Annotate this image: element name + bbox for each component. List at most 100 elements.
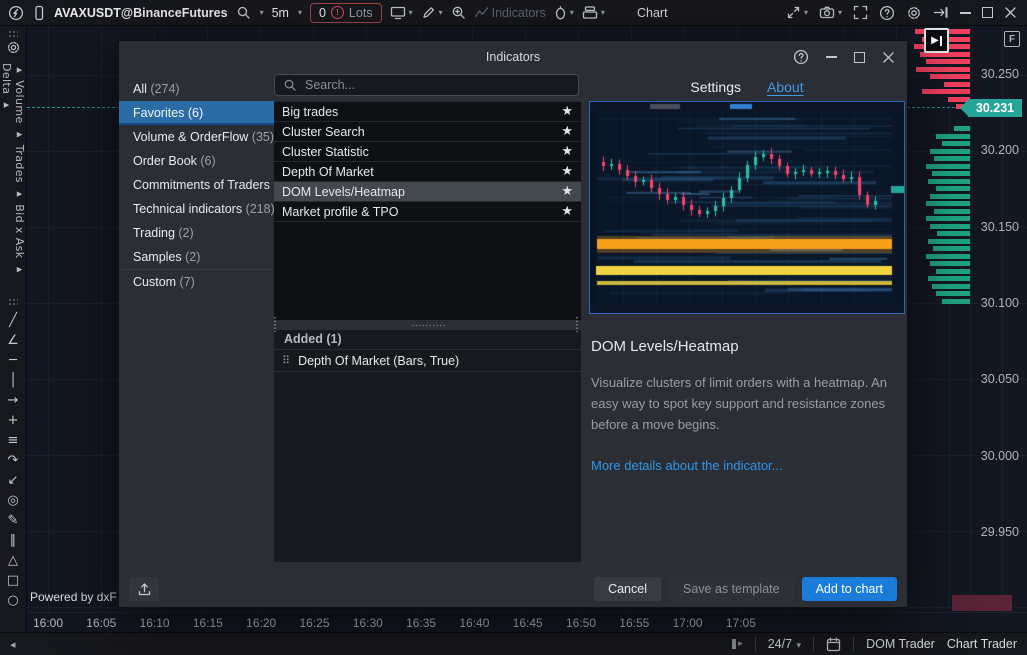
pin-icon[interactable]: [933, 5, 949, 20]
vertical-line-tool-icon[interactable]: │: [9, 374, 17, 387]
indicator-market-profile-tpo[interactable]: Market profile & TPO★: [274, 202, 581, 222]
parallel-channel-tool-icon[interactable]: ∥: [10, 534, 17, 547]
search-input[interactable]: [303, 77, 570, 93]
timeframe-caret-icon[interactable]: ▾: [298, 8, 302, 17]
triangle-tool-icon[interactable]: △: [8, 554, 18, 567]
about-details-link[interactable]: More details about the indicator...: [591, 458, 903, 473]
chart-settings-gear-icon[interactable]: [6, 40, 21, 55]
curve-tool-icon[interactable]: ↷: [8, 454, 19, 467]
tab-dom-trader[interactable]: DOM Trader: [866, 637, 935, 651]
indicator-cluster-search[interactable]: Cluster Search★: [274, 122, 581, 142]
angle-tool-icon[interactable]: ∠: [7, 334, 19, 347]
bid-depth-bar: [932, 171, 970, 176]
settings-gear-icon[interactable]: [906, 5, 922, 21]
price-scale-mode-button[interactable]: F: [1004, 31, 1020, 47]
category-custom[interactable]: Custom (7): [119, 270, 274, 294]
dialog-close-icon[interactable]: [882, 51, 895, 64]
category-label: Volume & OrderFlow: [133, 130, 248, 144]
category-count: (218): [242, 202, 274, 216]
panel-toggles-volume-trades-bidask-delta[interactable]: ▸ Volume ▸ Trades ▸ Bid x Ask ▸ Delta ▸: [0, 63, 26, 295]
symbol-caret-icon[interactable]: ▾: [260, 8, 264, 17]
layout-button[interactable]: ▾: [582, 5, 605, 20]
ellipse-tool-icon[interactable]: ○: [7, 594, 18, 607]
favorite-star-icon[interactable]: ★: [561, 185, 573, 198]
timeframe-select[interactable]: 5m: [272, 6, 289, 20]
category-all[interactable]: All (274): [119, 77, 274, 101]
tab-chart-trader[interactable]: Chart Trader: [947, 637, 1017, 651]
dialog-minimize-icon[interactable]: [826, 56, 837, 58]
panel-icon[interactable]: [32, 5, 46, 21]
indicators-button[interactable]: Indicators: [474, 5, 546, 20]
dialog-titlebar[interactable]: Indicators: [119, 41, 907, 73]
category-commitments-of-traders[interactable]: Commitments of Traders (4): [119, 173, 274, 197]
lots-control[interactable]: 0 ! Lots: [310, 3, 382, 23]
trend-line-tool-icon[interactable]: ╱: [9, 314, 17, 327]
list-splitter[interactable]: [274, 320, 581, 330]
collapse-left-icon[interactable]: ◂: [10, 638, 16, 651]
symbol-name[interactable]: AVAXUSDT@BinanceFutures: [54, 6, 228, 20]
indicator-big-trades[interactable]: Big trades★: [274, 102, 581, 122]
fullscreen-icon[interactable]: [853, 5, 868, 20]
favorite-star-icon[interactable]: ★: [561, 205, 573, 218]
bid-depth-bar: [937, 231, 970, 236]
cross-tool-icon[interactable]: +: [8, 414, 19, 427]
symbol-search-icon[interactable]: [236, 5, 251, 20]
dialog-maximize-icon[interactable]: [854, 52, 865, 63]
app-window: AVAXUSDT@BinanceFutures ▾ 5m ▾ 0 ! Lots …: [0, 0, 1027, 655]
drag-handle-icon[interactable]: ⠿: [282, 354, 290, 367]
favorite-star-icon[interactable]: ★: [561, 105, 573, 118]
rectangle-tool-icon[interactable]: □: [7, 574, 19, 587]
favorite-star-icon[interactable]: ★: [561, 165, 573, 178]
scale-button[interactable]: ▾: [786, 5, 808, 20]
go-to-realtime-button[interactable]: ▶: [924, 28, 949, 53]
draw-button[interactable]: ▾: [421, 5, 443, 20]
time-label: 16:15: [193, 616, 223, 630]
category-label: Technical indicators: [133, 202, 242, 216]
toolbar-grip[interactable]: [8, 298, 18, 305]
close-icon[interactable]: [1004, 6, 1017, 19]
circle-marker-tool-icon[interactable]: ◎: [7, 494, 18, 507]
help-icon[interactable]: [879, 5, 895, 21]
panel-toggle-icon[interactable]: ▸: [732, 639, 743, 649]
calendar-icon[interactable]: [826, 637, 841, 652]
export-template-button[interactable]: [129, 577, 159, 601]
add-to-chart-button[interactable]: Add to chart: [802, 577, 897, 601]
indicator-cluster-statistic[interactable]: Cluster Statistic★: [274, 142, 581, 162]
bid-depth-bar: [933, 246, 970, 251]
dialog-help-icon[interactable]: [793, 49, 809, 65]
category-count: (7): [176, 275, 195, 289]
category-samples[interactable]: Samples (2): [119, 245, 274, 269]
tab-settings[interactable]: Settings: [690, 79, 741, 95]
toolbar-grip[interactable]: [8, 30, 18, 37]
added-item[interactable]: ⠿Depth Of Market (Bars, True): [274, 350, 581, 372]
save-as-template-button[interactable]: Save as template: [669, 577, 794, 601]
zoom-in-button[interactable]: [451, 5, 466, 20]
horizontal-line-tool-icon[interactable]: ─: [9, 354, 17, 367]
favorite-star-icon[interactable]: ★: [561, 125, 573, 138]
arrow-tool-icon[interactable]: →: [8, 394, 19, 407]
session-select[interactable]: 24/7 ▾: [768, 637, 801, 651]
cancel-button[interactable]: Cancel: [594, 577, 661, 601]
minimize-icon[interactable]: [960, 12, 971, 14]
maximize-icon[interactable]: [982, 7, 993, 18]
favorite-star-icon[interactable]: ★: [561, 145, 573, 158]
indicator-depth-of-market[interactable]: Depth Of Market★: [274, 162, 581, 182]
bid-depth-bar: [936, 291, 970, 296]
tab-about[interactable]: About: [767, 79, 804, 95]
category-volume-orderflow[interactable]: Volume & OrderFlow (35): [119, 125, 274, 149]
category-favorites[interactable]: Favorites (6): [119, 101, 274, 125]
pencil-tool-icon[interactable]: ✎: [8, 514, 19, 527]
display-button[interactable]: ▾: [390, 5, 413, 20]
category-technical-indicators[interactable]: Technical indicators (218): [119, 197, 274, 221]
time-axis[interactable]: 16:0016:0516:1016:1516:2016:2516:3016:35…: [27, 612, 1027, 633]
time-label: 16:05: [86, 616, 116, 630]
price-levels-tool-icon[interactable]: ≡: [8, 434, 19, 447]
screenshot-button[interactable]: ▾: [819, 5, 842, 20]
indicator-dom-levels-heatmap[interactable]: DOM Levels/Heatmap★: [274, 182, 581, 202]
category-order-book[interactable]: Order Book (6): [119, 149, 274, 173]
trend-arrow-tool-icon[interactable]: ↙: [8, 474, 19, 487]
indicator-search[interactable]: [274, 74, 579, 96]
category-trading[interactable]: Trading (2): [119, 221, 274, 245]
category-list: All (274)Favorites (6)Volume & OrderFlow…: [119, 73, 274, 573]
timer-button[interactable]: ▾: [554, 5, 574, 21]
